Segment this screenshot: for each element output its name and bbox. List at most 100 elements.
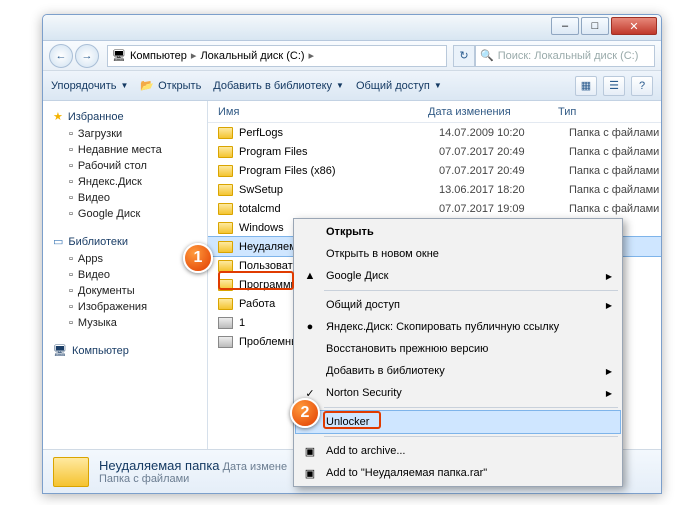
menu-item-label: Google Диск bbox=[326, 270, 388, 282]
folder-icon bbox=[218, 146, 233, 158]
file-type: Папка с файлами bbox=[569, 203, 659, 215]
sidebar-item[interactable]: ▫Google Диск bbox=[47, 206, 203, 222]
library-icon: ▫ bbox=[69, 269, 73, 281]
submenu-arrow-icon: ▶ bbox=[606, 272, 612, 281]
sidebar-item[interactable]: ▫Документы bbox=[47, 283, 203, 299]
folder-icon: ▫ bbox=[69, 192, 73, 204]
folder-icon bbox=[218, 222, 233, 234]
submenu-arrow-icon: ▶ bbox=[606, 389, 612, 398]
library-icon: ▫ bbox=[69, 253, 73, 265]
maximize-button[interactable]: □ bbox=[581, 17, 609, 35]
sidebar-item[interactable]: ▫Недавние места bbox=[47, 142, 203, 158]
menu-item-icon: ● bbox=[302, 319, 318, 335]
col-type[interactable]: Тип bbox=[558, 106, 661, 118]
search-input[interactable]: 🔍 Поиск: Локальный диск (C:) bbox=[475, 45, 655, 67]
sidebar: ★Избранное ▫Загрузки▫Недавние места▫Рабо… bbox=[43, 101, 208, 449]
view-options-button[interactable]: ▦ bbox=[575, 76, 597, 96]
search-icon: 🔍 bbox=[480, 49, 494, 62]
menu-item[interactable]: Восстановить прежнюю версию bbox=[296, 338, 620, 360]
organize-menu[interactable]: Упорядочить▼ bbox=[51, 80, 128, 92]
navbar: ← → 🖥 Компьютер ▸ Локальный диск (C:) ▸ … bbox=[43, 41, 661, 71]
menu-item[interactable]: ▣Add to archive... bbox=[296, 440, 620, 462]
add-to-library-menu[interactable]: Добавить в библиотеку▼ bbox=[213, 80, 344, 92]
toolbar: Упорядочить▼ 📂Открыть Добавить в библиот… bbox=[43, 71, 661, 101]
menu-item[interactable]: ▲ Google Диск ▶ bbox=[296, 265, 620, 287]
column-headers[interactable]: Имя Дата изменения Тип bbox=[208, 101, 661, 123]
submenu-arrow-icon: ▶ bbox=[606, 367, 612, 376]
file-name: SwSetup bbox=[239, 184, 439, 196]
chevron-right-icon: ▸ bbox=[191, 49, 197, 62]
menu-item[interactable]: ✱Unlocker bbox=[296, 411, 620, 433]
sidebar-libraries-head[interactable]: ▭Библиотеки bbox=[47, 232, 203, 251]
back-button[interactable]: ← bbox=[49, 44, 73, 68]
sidebar-item[interactable]: ▫Яндекс.Диск bbox=[47, 174, 203, 190]
marker-1: 1 bbox=[183, 243, 213, 273]
menu-item[interactable]: ● Яндекс.Диск: Скопировать публичную ссыл… bbox=[296, 316, 620, 338]
table-row[interactable]: Program Files (x86)07.07.2017 20:49Папка… bbox=[208, 161, 661, 180]
file-type: Папка с файлами bbox=[569, 146, 659, 158]
file-name: PerfLogs bbox=[239, 127, 439, 139]
menu-separator bbox=[324, 436, 618, 437]
menu-item[interactable]: Открыть в новом окне bbox=[296, 243, 620, 265]
sidebar-item[interactable]: ▫Загрузки bbox=[47, 126, 203, 142]
sidebar-computer-head[interactable]: 🖥Компьютер bbox=[47, 341, 203, 360]
menu-item-label: Открыть в новом окне bbox=[326, 248, 439, 260]
menu-item-label: Восстановить прежнюю версию bbox=[326, 343, 488, 355]
view-list-button[interactable]: ☰ bbox=[603, 76, 625, 96]
sidebar-item[interactable]: ▫Музыка bbox=[47, 315, 203, 331]
submenu-arrow-icon: ▶ bbox=[606, 301, 612, 310]
folder-icon bbox=[218, 184, 233, 196]
folder-icon: ▫ bbox=[69, 176, 73, 188]
breadcrumb-item[interactable]: Компьютер bbox=[130, 50, 187, 62]
folder-icon bbox=[53, 457, 89, 487]
table-row[interactable]: SwSetup13.06.2017 18:20Папка с файлами bbox=[208, 180, 661, 199]
sidebar-item[interactable]: ▫Рабочий стол bbox=[47, 158, 203, 174]
folder-icon bbox=[218, 203, 233, 215]
minimize-button[interactable]: – bbox=[551, 17, 579, 35]
libraries-icon: ▭ bbox=[53, 235, 63, 248]
share-menu[interactable]: Общий доступ▼ bbox=[356, 80, 442, 92]
table-row[interactable]: Program Files07.07.2017 20:49Папка с фай… bbox=[208, 142, 661, 161]
open-button[interactable]: 📂Открыть bbox=[140, 79, 201, 92]
titlebar: – □ ✕ bbox=[43, 15, 661, 41]
breadcrumb[interactable]: 🖥 Компьютер ▸ Локальный диск (C:) ▸ bbox=[107, 45, 447, 67]
library-icon: ▫ bbox=[69, 317, 73, 329]
archive-icon bbox=[218, 336, 233, 348]
folder-icon bbox=[218, 279, 233, 291]
sidebar-item[interactable]: ▫Изображения bbox=[47, 299, 203, 315]
sidebar-favorites-head[interactable]: ★Избранное bbox=[47, 107, 203, 126]
col-name[interactable]: Имя bbox=[208, 106, 428, 118]
table-row[interactable]: totalcmd07.07.2017 19:09Папка с файлами bbox=[208, 199, 661, 218]
file-date: 07.07.2017 19:09 bbox=[439, 203, 569, 215]
archive-icon bbox=[218, 317, 233, 329]
breadcrumb-item[interactable]: Локальный диск (C:) bbox=[200, 50, 304, 62]
forward-button[interactable]: → bbox=[75, 44, 99, 68]
menu-item[interactable]: ▣Add to "Неудаляемая папка.rar" bbox=[296, 462, 620, 484]
menu-item[interactable]: Общий доступ▶ bbox=[296, 294, 620, 316]
menu-item-label: Norton Security bbox=[326, 387, 402, 399]
details-type: Папка с файлами bbox=[99, 473, 287, 485]
file-type: Папка с файлами bbox=[569, 184, 659, 196]
file-date: 13.06.2017 18:20 bbox=[439, 184, 569, 196]
folder-icon bbox=[218, 165, 233, 177]
sidebar-item[interactable]: ▫Видео bbox=[47, 267, 203, 283]
menu-item[interactable]: ✓Norton Security▶ bbox=[296, 382, 620, 404]
menu-item-label: Яндекс.Диск: Скопировать публичную ссылк… bbox=[326, 321, 559, 333]
folder-icon: ▫ bbox=[69, 160, 73, 172]
table-row[interactable]: PerfLogs14.07.2009 10:20Папка с файлами bbox=[208, 123, 661, 142]
menu-item-icon: ▣ bbox=[302, 465, 318, 481]
menu-item-label: Открыть bbox=[326, 226, 374, 238]
folder-icon: ▫ bbox=[69, 128, 73, 140]
col-date[interactable]: Дата изменения bbox=[428, 106, 558, 118]
menu-item[interactable]: Открыть bbox=[296, 221, 620, 243]
star-icon: ★ bbox=[53, 110, 63, 123]
refresh-button[interactable]: ↻ bbox=[453, 45, 475, 67]
file-name: Program Files (x86) bbox=[239, 165, 439, 177]
menu-item[interactable]: Добавить в библиотеку▶ bbox=[296, 360, 620, 382]
sidebar-item[interactable]: ▫Видео bbox=[47, 190, 203, 206]
close-button[interactable]: ✕ bbox=[611, 17, 657, 35]
details-title: Неудаляемая папка bbox=[99, 458, 220, 473]
help-button[interactable]: ? bbox=[631, 76, 653, 96]
menu-item-icon: ▲ bbox=[302, 268, 318, 284]
sidebar-item[interactable]: ▫Apps bbox=[47, 251, 203, 267]
